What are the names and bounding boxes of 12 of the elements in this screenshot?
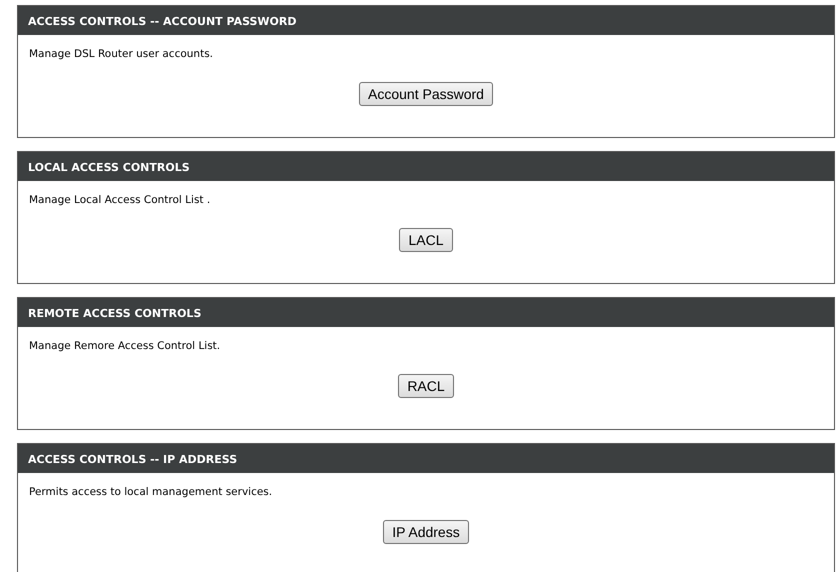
section-description: Manage Local Access Control List . <box>29 194 212 206</box>
section-title: REMOTE ACCESS CONTROLS <box>18 298 834 327</box>
section-title: ACCESS CONTROLS -- ACCOUNT PASSWORD <box>18 6 834 35</box>
action-button[interactable]: RACL <box>398 374 454 398</box>
section-title: LOCAL ACCESS CONTROLS <box>18 152 834 181</box>
section-description: Manage DSL Router user accounts. <box>29 48 214 60</box>
action-button[interactable]: Account Password <box>359 82 493 106</box>
action-button[interactable]: IP Address <box>383 520 469 544</box>
section-description: Permits access to local management services. <box>29 486 274 498</box>
section-title: ACCESS CONTROLS -- IP ADDRESS <box>18 444 834 473</box>
section-description: Manage Remore Access Control List. <box>29 340 222 352</box>
action-button[interactable]: LACL <box>399 228 453 252</box>
